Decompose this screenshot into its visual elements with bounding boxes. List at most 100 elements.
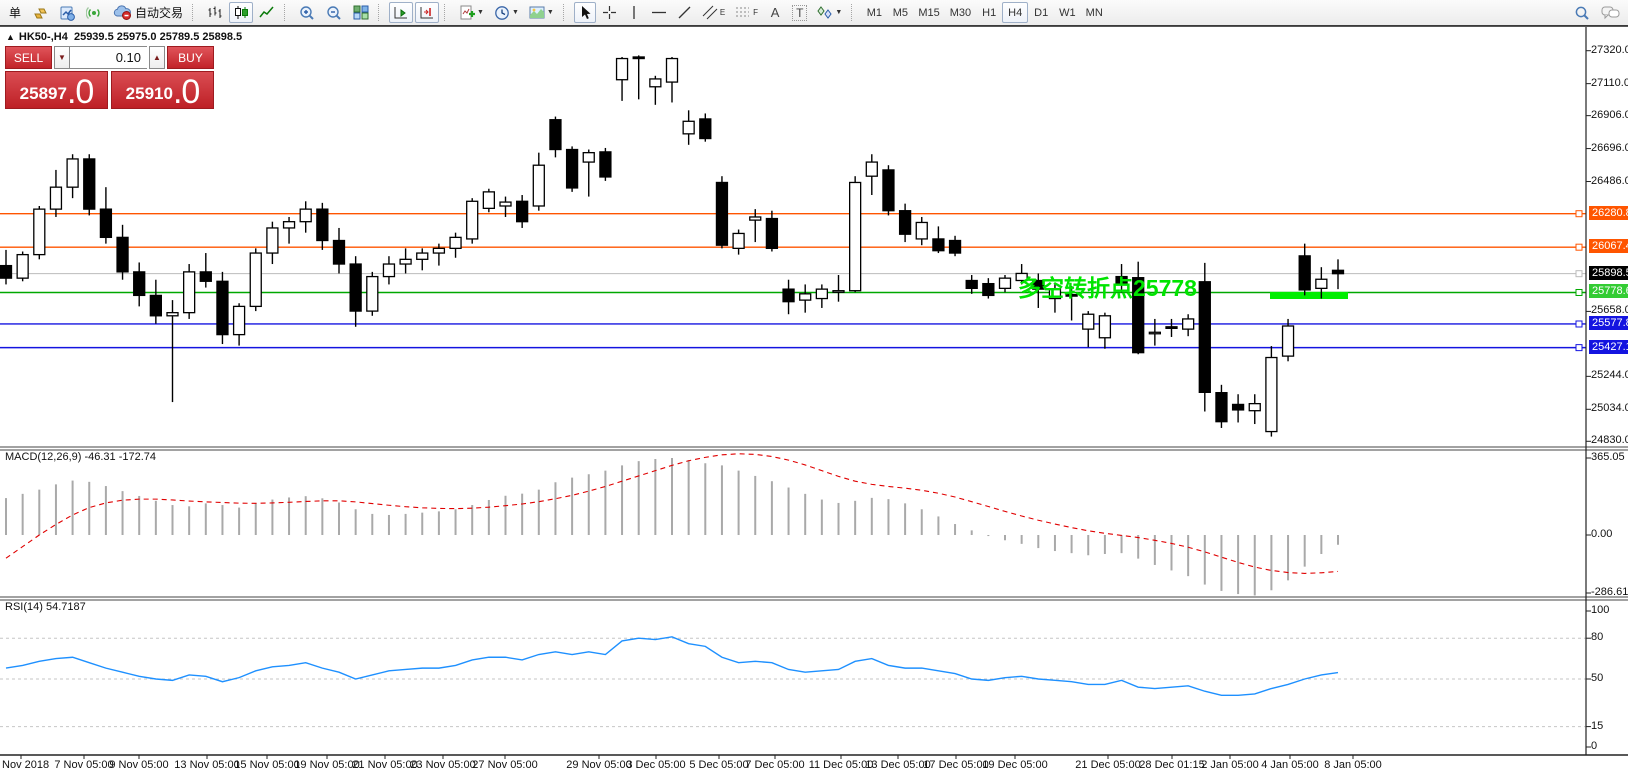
candlestick xyxy=(150,295,161,315)
candlestick xyxy=(1216,393,1227,422)
candlestick xyxy=(683,121,694,134)
candlestick xyxy=(100,209,111,237)
rsi-axis-label: 50 xyxy=(1591,672,1603,684)
chart-symbol: HK50-,H4 xyxy=(19,31,68,43)
candlestick xyxy=(417,253,428,259)
candlestick xyxy=(983,284,994,296)
level-price-label: 26067.4 xyxy=(1589,239,1628,253)
mt4-window: 单 自动交易 xyxy=(0,0,1628,774)
price-axis-label: 26486.0 xyxy=(1591,175,1628,187)
candlestick xyxy=(916,222,927,238)
candlestick xyxy=(750,217,761,220)
chart-ohlc: 25939.5 25975.0 25789.5 25898.5 xyxy=(74,31,242,43)
candlestick xyxy=(300,209,311,222)
candlestick xyxy=(933,239,944,251)
candlestick xyxy=(1183,319,1194,329)
candlestick xyxy=(334,241,345,265)
candlestick xyxy=(1316,279,1327,288)
level-price-label: 26280.8 xyxy=(1589,206,1628,220)
candlestick xyxy=(550,120,561,150)
candlestick xyxy=(1166,327,1177,329)
candlestick xyxy=(50,187,61,209)
macd-axis-label: 0.00 xyxy=(1591,528,1612,540)
candlestick xyxy=(1083,314,1094,329)
candlestick xyxy=(117,237,128,272)
candlestick xyxy=(267,228,278,253)
time-axis-label: 7 Nov 05:00 xyxy=(54,759,113,771)
sell-button[interactable]: SELL xyxy=(5,46,52,69)
time-axis-label: 4 Jan 05:00 xyxy=(1261,759,1319,771)
rsi-indicator-label: RSI(14) 54.7187 xyxy=(5,601,86,613)
time-axis-label: 28 Dec 01:15 xyxy=(1139,759,1204,771)
chart-text-annotation[interactable]: 多空转折点25778 xyxy=(1018,269,1197,303)
price-axis-label: 25034.0 xyxy=(1591,402,1628,414)
macd-axis-label: 365.05 xyxy=(1591,451,1625,463)
candlestick xyxy=(383,264,394,277)
sell-price-display[interactable]: 25897.0 xyxy=(5,71,108,109)
candlestick xyxy=(1233,404,1244,409)
candlestick xyxy=(1099,316,1110,338)
candlestick xyxy=(84,159,95,209)
candlestick xyxy=(483,192,494,208)
time-axis-label: 19 Nov 05:00 xyxy=(294,759,359,771)
buy-price-frac: .0 xyxy=(173,79,199,107)
candlestick xyxy=(1266,358,1277,432)
candlestick xyxy=(284,222,295,228)
buy-button[interactable]: BUY xyxy=(167,46,214,69)
time-axis-label: 17 Dec 05:00 xyxy=(923,759,988,771)
candlestick xyxy=(650,79,661,87)
chart-canvas[interactable] xyxy=(0,0,1628,774)
candlestick xyxy=(533,165,544,206)
candlestick xyxy=(67,159,78,187)
time-axis-label: 29 Nov 05:00 xyxy=(566,759,631,771)
candlestick xyxy=(850,182,861,290)
price-axis-label: 24830.0 xyxy=(1591,434,1628,446)
candlestick xyxy=(950,241,961,254)
candlestick xyxy=(167,313,178,316)
panel-collapse-arrow[interactable]: ▲ xyxy=(6,32,15,42)
time-axis-label: 19 Dec 05:00 xyxy=(982,759,1047,771)
macd-indicator-label: MACD(12,26,9) -46.31 -172.74 xyxy=(5,451,156,463)
volume-increase-button[interactable]: ▲ xyxy=(149,46,165,69)
rsi-axis-label: 0 xyxy=(1591,740,1597,752)
candlestick xyxy=(1199,282,1210,393)
candlestick xyxy=(467,201,478,239)
time-axis-label: 13 Dec 05:00 xyxy=(865,759,930,771)
candlestick xyxy=(1,266,12,279)
candlestick xyxy=(1299,256,1310,290)
candlestick xyxy=(350,264,361,311)
level-price-label: 25427.1 xyxy=(1589,340,1628,354)
candlestick xyxy=(800,294,811,300)
time-axis-label: 27 Nov 05:00 xyxy=(472,759,537,771)
candlestick xyxy=(1333,270,1344,273)
candlestick xyxy=(816,289,827,298)
price-axis-label: 27110.0 xyxy=(1591,77,1628,89)
candlestick xyxy=(700,119,711,139)
candlestick xyxy=(217,281,228,334)
time-axis-label: 2 Jan 05:00 xyxy=(1201,759,1259,771)
time-axis-label: 5 Nov 2018 xyxy=(0,759,49,771)
candlestick xyxy=(1000,278,1011,288)
chart-title: ▲ HK50-,H4 25939.5 25975.0 25789.5 25898.… xyxy=(6,31,242,43)
candlestick xyxy=(567,150,578,188)
candlestick xyxy=(716,182,727,245)
time-axis-label: 5 Dec 05:00 xyxy=(689,759,748,771)
time-axis-label: 8 Jan 05:00 xyxy=(1324,759,1382,771)
candlestick xyxy=(1149,332,1160,334)
buy-price-display[interactable]: 25910.0 xyxy=(111,71,214,109)
candlestick xyxy=(883,170,894,211)
candlestick xyxy=(400,259,411,264)
volume-decrease-button[interactable]: ▼ xyxy=(54,46,70,69)
level-price-label: 25577.8 xyxy=(1589,316,1628,330)
candlestick xyxy=(900,211,911,235)
price-axis-label: 25244.0 xyxy=(1591,369,1628,381)
volume-input[interactable]: 0.10 xyxy=(70,46,147,69)
time-axis-label: 7 Dec 05:00 xyxy=(745,759,804,771)
candlestick xyxy=(517,201,528,221)
current-price-label: 25898.5 xyxy=(1589,266,1628,280)
candlestick xyxy=(733,233,744,248)
time-axis-label: 11 Dec 05:00 xyxy=(809,759,874,771)
candlestick xyxy=(367,277,378,312)
rsi-axis-label: 15 xyxy=(1591,720,1603,732)
candlestick xyxy=(433,248,444,253)
